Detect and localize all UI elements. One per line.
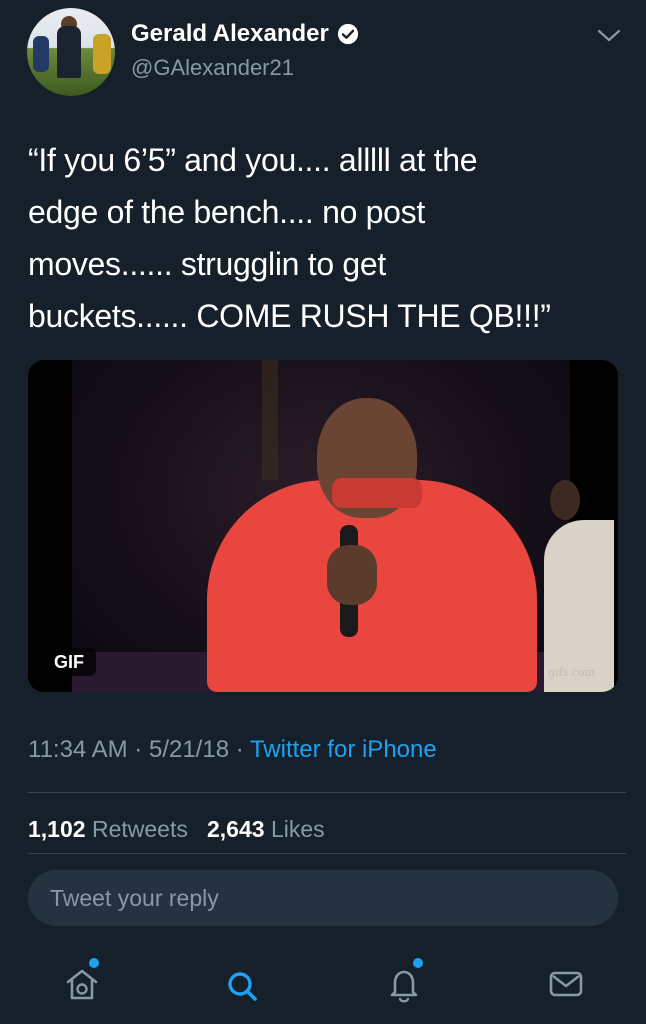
retweets-count: 1,102: [28, 816, 86, 842]
chevron-down-icon[interactable]: [596, 24, 622, 46]
bottom-tab-bar: [0, 950, 646, 1024]
likes-label: Likes: [270, 816, 325, 842]
notification-dot: [413, 958, 423, 968]
gif-speaker-hand: [327, 545, 377, 605]
meta-separator: ·: [134, 736, 149, 763]
author-handle[interactable]: @GAlexander21: [131, 55, 294, 81]
gif-background-person: [550, 480, 580, 520]
tweet-text: “If you 6’5” and you.... alllll at the e…: [28, 134, 628, 342]
avatar-figure: [57, 26, 81, 78]
author-name-row[interactable]: Gerald Alexander: [131, 20, 359, 48]
divider: [28, 853, 626, 854]
gif-background-element: [262, 360, 278, 480]
gif-frame: [72, 360, 614, 692]
search-icon[interactable]: [222, 962, 262, 1006]
meta-separator: ·: [235, 736, 250, 763]
tweet-text-line: “If you 6’5” and you.... alllll at the: [28, 142, 478, 178]
avatar-figure: [93, 34, 111, 74]
author-name[interactable]: Gerald Alexander: [131, 20, 329, 48]
messages-icon[interactable]: [546, 962, 586, 1006]
home-icon[interactable]: [62, 962, 102, 1006]
notifications-icon[interactable]: [384, 962, 424, 1006]
tweet-text-line: edge of the bench.... no post: [28, 194, 425, 230]
tweet-time: 11:34 AM: [28, 736, 128, 763]
retweets-stat[interactable]: 1,102 Retweets: [28, 816, 188, 842]
tweet-source-link[interactable]: Twitter for iPhone: [250, 736, 437, 763]
gif-speaker: [332, 478, 422, 508]
author-avatar[interactable]: [27, 8, 115, 96]
tweet-stats: 1,102 Retweets 2,643 Likes: [28, 816, 325, 843]
notification-dot: [89, 958, 99, 968]
tweet-text-line: buckets...... COME RUSH THE QB!!!”: [28, 298, 551, 334]
tweet-text-line: moves...... strugglin to get: [28, 246, 386, 282]
likes-count: 2,643: [207, 816, 265, 842]
likes-stat[interactable]: 2,643 Likes: [207, 816, 325, 842]
divider: [28, 792, 626, 793]
gif-badge: GIF: [42, 648, 96, 676]
verified-badge-icon: [337, 23, 358, 45]
tweet-date: 5/21/18: [148, 736, 230, 763]
retweets-label: Retweets: [91, 816, 188, 842]
avatar-figure: [33, 36, 49, 72]
gif-media[interactable]: [28, 360, 618, 692]
tweet-meta: 11:34 AM · 5/21/18 · Twitter for iPhone: [28, 736, 437, 764]
reply-input[interactable]: Tweet your reply: [28, 870, 618, 926]
gif-watermark: gifs.com: [548, 666, 595, 679]
